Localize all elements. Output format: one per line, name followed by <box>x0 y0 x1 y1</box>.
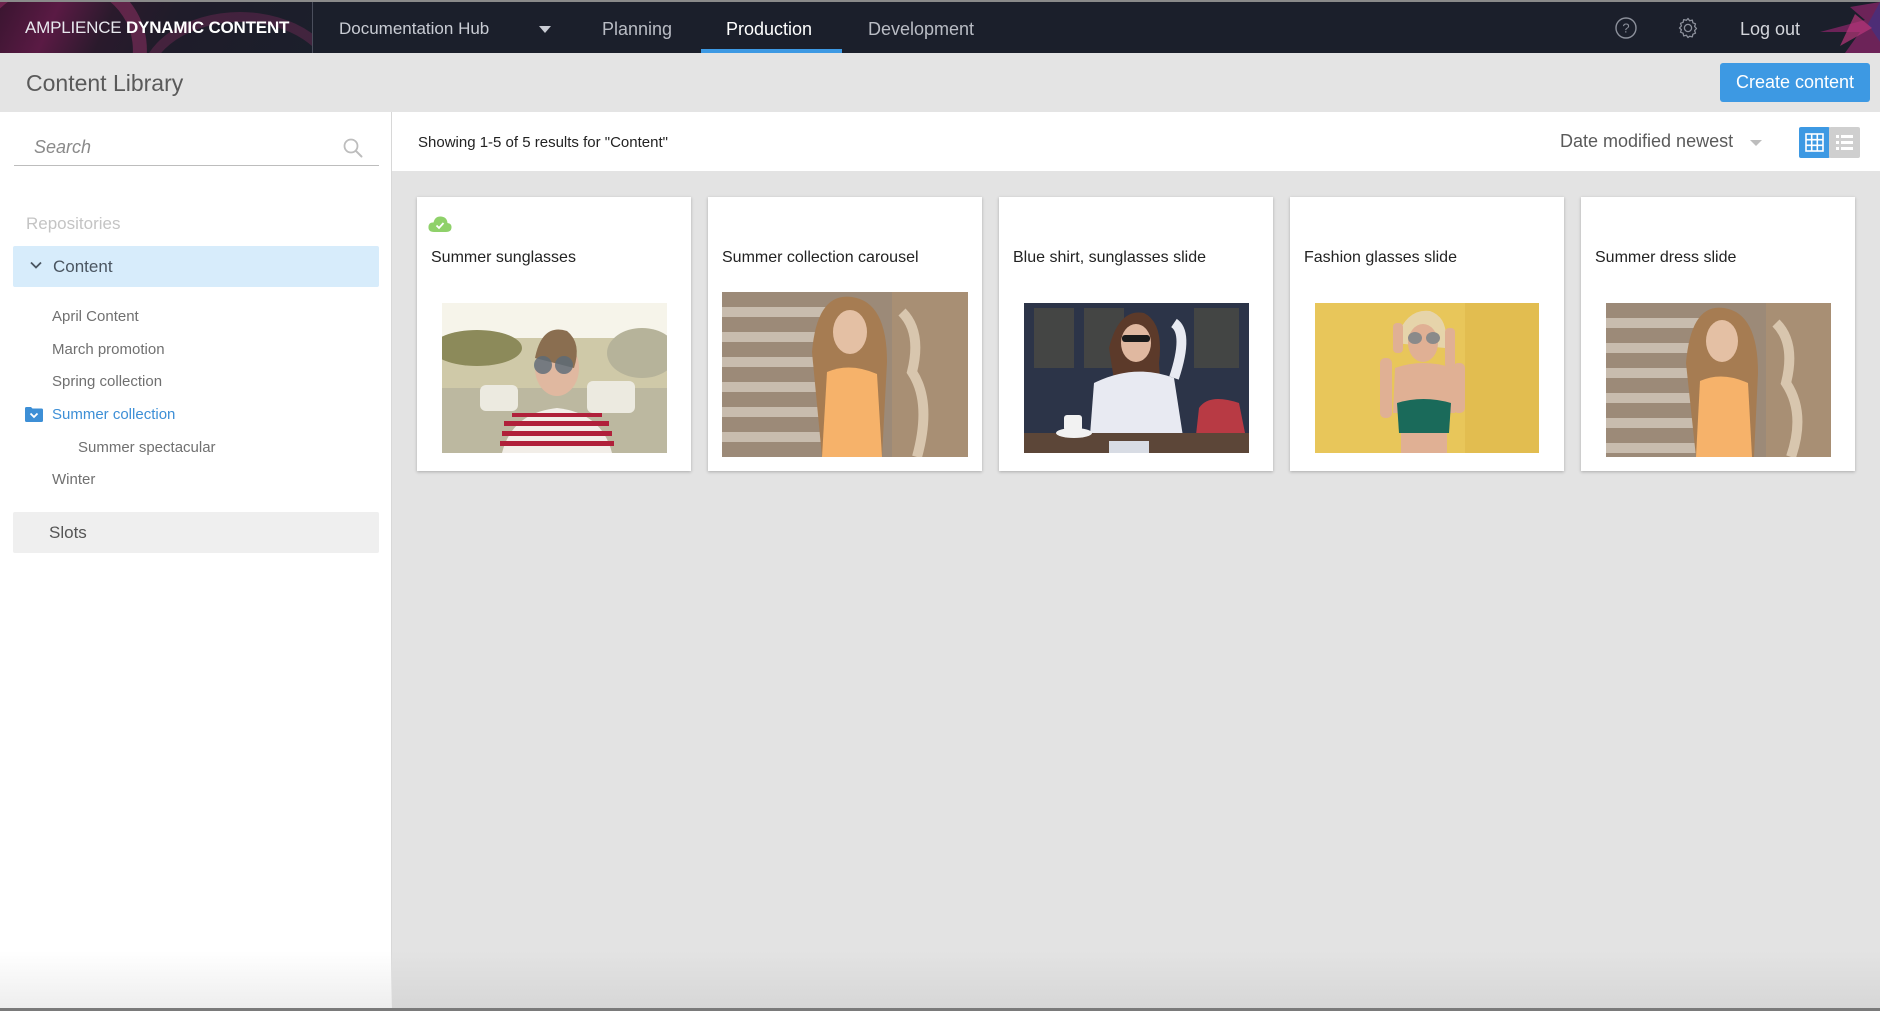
brand-logo[interactable]: AMPLIENCE DYNAMIC CONTENT <box>0 2 312 53</box>
card-title: Summer collection carousel <box>722 249 919 266</box>
content-card[interactable]: Summer sunglasses <box>417 197 691 471</box>
brand-name: AMPLIENCE DYNAMIC CONTENT <box>25 18 289 38</box>
hub-selector-label[interactable]: Documentation Hub <box>339 19 489 39</box>
header-divider <box>312 2 313 53</box>
folder-item-winter[interactable]: Winter <box>52 471 95 488</box>
folder-item-summer-collection[interactable]: Summer collection <box>52 406 175 423</box>
folder-item-spring-collection[interactable]: Spring collection <box>52 373 162 390</box>
help-circle-icon[interactable]: ? <box>1614 16 1638 40</box>
logout-link[interactable]: Log out <box>1740 19 1800 40</box>
grid-view-button[interactable] <box>1799 127 1830 158</box>
card-thumbnail <box>1606 303 1831 457</box>
page-title: Content Library <box>26 70 184 96</box>
repository-item-content[interactable]: Content <box>13 246 379 287</box>
content-card[interactable]: Blue shirt, sunglasses slide <box>999 197 1273 471</box>
sort-dropdown[interactable]: Date modified newest <box>1560 131 1733 152</box>
results-summary: Showing 1-5 of 5 results for "Content" <box>418 134 668 151</box>
expanded-folder-icon[interactable] <box>25 407 43 422</box>
folder-item-summer-spectacular[interactable]: Summer spectacular <box>78 439 216 456</box>
search-input[interactable] <box>14 130 334 165</box>
card-title: Summer sunglasses <box>431 249 576 266</box>
create-content-button[interactable]: Create content <box>1720 63 1870 102</box>
folder-item-april-content[interactable]: April Content <box>52 308 139 325</box>
card-thumbnail <box>442 303 667 453</box>
list-icon <box>1836 135 1853 150</box>
tab-planning[interactable]: Planning <box>602 19 672 40</box>
card-thumbnail <box>1024 303 1249 453</box>
content-bottom-shadow <box>392 951 1880 1011</box>
card-thumbnail <box>722 292 968 457</box>
brand-name-light: AMPLIENCE <box>25 18 122 37</box>
content-card[interactable]: Summer collection carousel <box>708 197 982 471</box>
card-title: Blue shirt, sunglasses slide <box>1013 249 1206 266</box>
sidebar-bottom-shadow <box>0 951 392 1011</box>
list-view-button[interactable] <box>1829 127 1860 158</box>
gear-icon[interactable] <box>1676 16 1700 40</box>
tab-development[interactable]: Development <box>868 19 974 40</box>
sort-dropdown-caret-icon[interactable] <box>1750 140 1762 146</box>
results-toolbar: Showing 1-5 of 5 results for "Content" D… <box>392 112 1880 171</box>
repositories-heading: Repositories <box>26 214 121 233</box>
content-card[interactable]: Summer dress slide <box>1581 197 1855 471</box>
sidebar: Repositories Content April Content March… <box>0 112 392 1011</box>
search-icon[interactable] <box>342 137 364 159</box>
brand-corner-graphic <box>1810 2 1880 53</box>
slots-label: Slots <box>49 523 87 542</box>
app-root: AMPLIENCE DYNAMIC CONTENT Documentation … <box>0 0 1880 1011</box>
content-grid: Summer sunglasses Summer collection caro… <box>392 171 1880 1011</box>
folder-item-march-promotion[interactable]: March promotion <box>52 341 165 358</box>
search-field <box>14 130 379 166</box>
published-cloud-check-icon <box>428 215 452 233</box>
top-navigation-bar: AMPLIENCE DYNAMIC CONTENT Documentation … <box>0 0 1880 53</box>
brand-name-bold: DYNAMIC CONTENT <box>125 18 290 37</box>
hub-dropdown-icon[interactable] <box>539 26 551 33</box>
svg-text:?: ? <box>1622 21 1629 36</box>
content-card[interactable]: Fashion glasses slide <box>1290 197 1564 471</box>
tab-production[interactable]: Production <box>726 19 812 40</box>
card-title: Fashion glasses slide <box>1304 249 1457 266</box>
slots-item[interactable]: Slots <box>13 512 379 553</box>
card-title: Summer dress slide <box>1595 249 1737 266</box>
card-thumbnail <box>1315 303 1539 453</box>
repository-label: Content <box>53 257 113 276</box>
chevron-down-icon[interactable] <box>29 258 43 272</box>
grid-icon <box>1805 133 1824 152</box>
page-header: Content Library Create content <box>0 53 1880 112</box>
